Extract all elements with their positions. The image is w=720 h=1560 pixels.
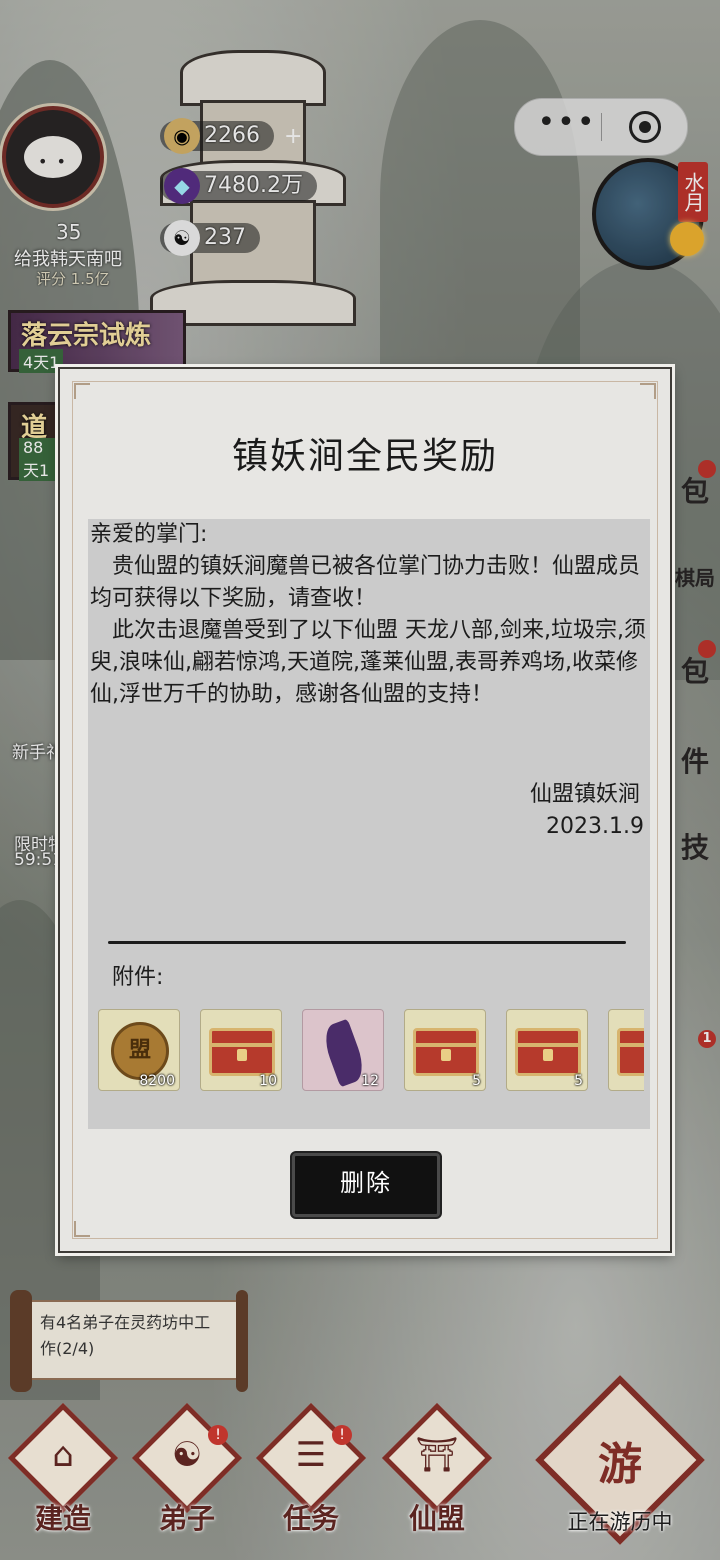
delete-button[interactable]: 删除 [292, 1153, 440, 1217]
brush-divider [108, 941, 626, 944]
alliance-icon: ⛩ [415, 1435, 459, 1475]
item-quantity: 12 [361, 1073, 379, 1089]
nav-label: 弟子 [158, 1502, 215, 1535]
nav-label: 仙盟 [408, 1502, 465, 1535]
attachment-list: 盟 8200 10 12 5 5 [98, 1009, 644, 1093]
corner-ornament [640, 383, 656, 399]
attachment-item[interactable]: 5 [404, 1009, 486, 1091]
mail-dialog: 镇妖涧全民奖励 亲爱的掌门: 贵仙盟的镇妖涧魔兽已被各位掌门协力击败！仙盟成员均… [58, 367, 672, 1253]
mail-title: 镇妖涧全民奖励 [231, 436, 498, 477]
task-tip-text: 有4名弟子在灵药坊中工作(2/4) [40, 1313, 211, 1358]
item-quantity: 5 [472, 1073, 481, 1089]
red-chest-icon [617, 1028, 644, 1076]
item-quantity: 5 [574, 1073, 583, 1089]
nav-label: 建造 [34, 1502, 91, 1535]
nav-disciples[interactable]: ☯ 弟子 ! [131, 1402, 243, 1535]
attachment-item[interactable]: 10 [200, 1009, 282, 1091]
nav-build[interactable]: ⌂ 建造 [7, 1402, 119, 1535]
notification-dot: ! [208, 1425, 228, 1445]
red-chest-icon [209, 1028, 275, 1076]
notification-dot: ! [332, 1425, 352, 1445]
attachments-label: 附件: [112, 965, 164, 990]
mail-date: 2023.1.9 [546, 814, 644, 839]
mail-signature: 仙盟镇妖涧 [529, 782, 640, 807]
travel-button[interactable]: 游 正在游历中 [532, 1372, 708, 1548]
attachment-item[interactable] [608, 1009, 644, 1091]
nav-alliance[interactable]: ⛩ 仙盟 [381, 1402, 493, 1535]
mail-greeting: 亲爱的掌门: [90, 522, 208, 547]
red-chest-icon [515, 1028, 581, 1076]
corner-ornament [74, 1221, 90, 1237]
mail-paragraph-1: 贵仙盟的镇妖涧魔兽已被各位掌门协力击败！仙盟成员均可获得以下奖励，请查收！ [90, 554, 641, 611]
scroll-rod [236, 1290, 248, 1392]
nav-tasks[interactable]: ☰ 任务 ! [255, 1402, 367, 1535]
corner-ornament [74, 383, 90, 399]
alliance-coin-icon: 盟 [111, 1022, 169, 1080]
attachment-item[interactable]: 盟 8200 [98, 1009, 180, 1091]
build-icon: ⌂ [52, 1435, 74, 1475]
red-chest-icon [413, 1028, 479, 1076]
item-quantity: 10 [259, 1073, 277, 1089]
attachment-item[interactable]: 12 [302, 1009, 384, 1091]
nav-label: 任务 [282, 1502, 339, 1535]
mail-paragraph-2: 此次击退魔兽受到了以下仙盟 天龙八部,剑来,垃圾宗,须臾,浪味仙,翩若惊鸿,天道… [90, 618, 646, 707]
item-quantity: 8200 [139, 1073, 175, 1089]
mail-body: 亲爱的掌门: 贵仙盟的镇妖涧魔兽已被各位掌门协力击败！仙盟成员均可获得以下奖励，… [88, 519, 650, 1129]
attachment-item[interactable]: 5 [506, 1009, 588, 1091]
travel-status-label: 正在游历中 [567, 1510, 673, 1534]
travel-icon: 游 [598, 1439, 642, 1490]
scroll-rod [10, 1290, 32, 1392]
task-tip-scroll[interactable]: 有4名弟子在灵药坊中工作(2/4) [10, 1290, 248, 1392]
